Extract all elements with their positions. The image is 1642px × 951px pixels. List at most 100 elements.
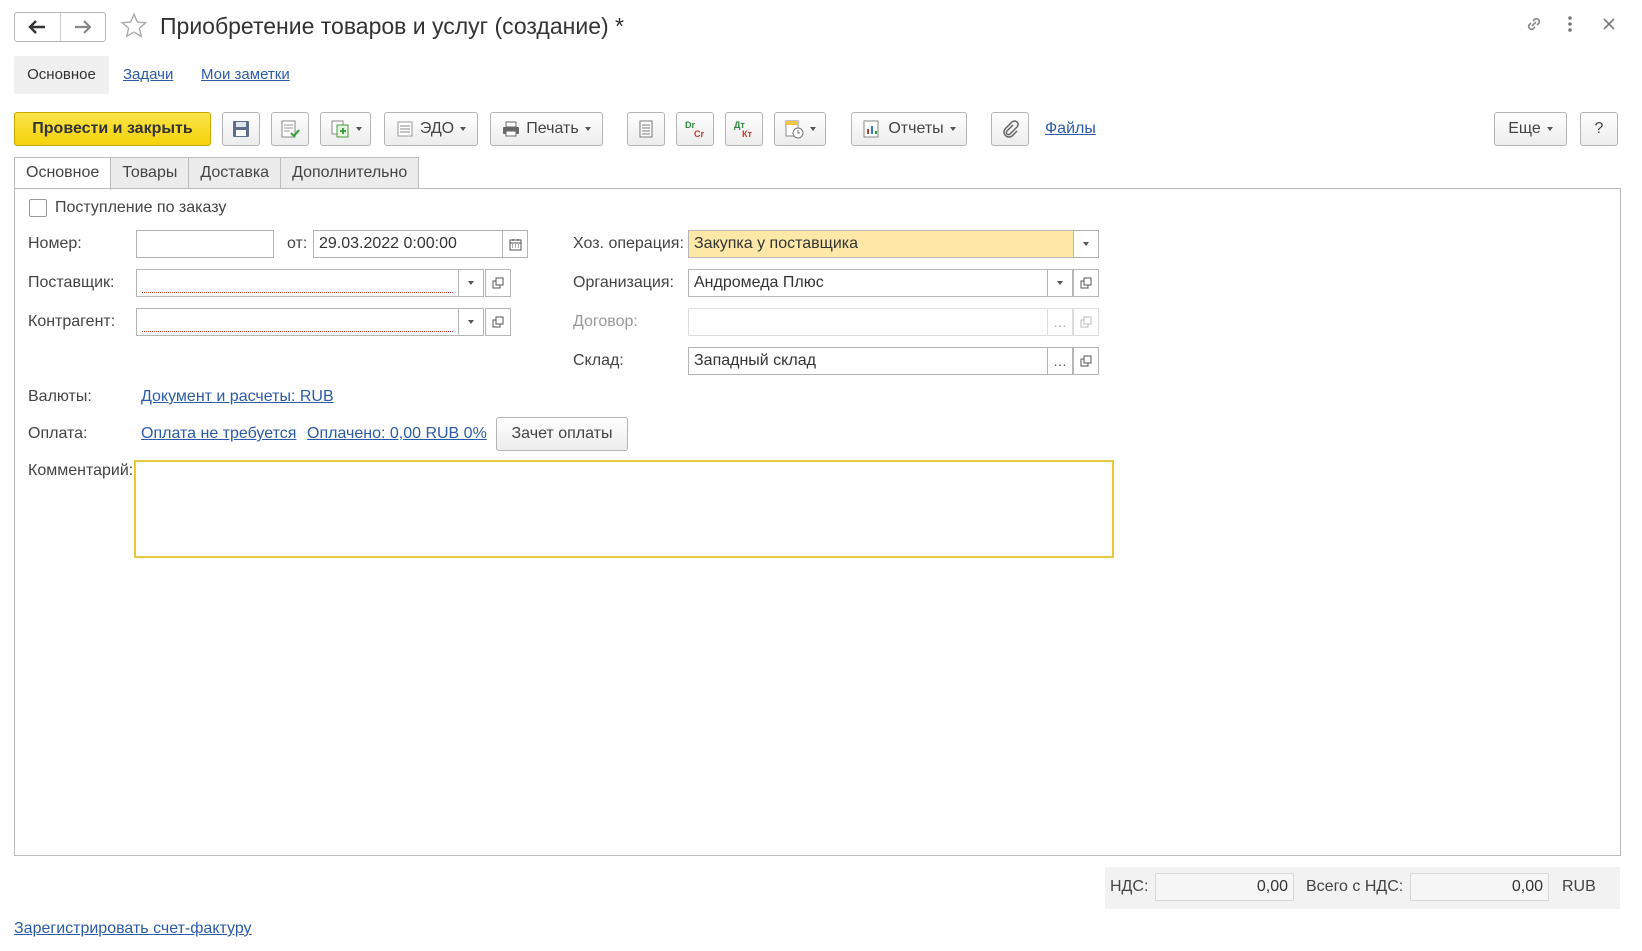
- edo-button[interactable]: ЭДО: [384, 112, 478, 146]
- open-window-icon: [1080, 316, 1092, 328]
- supplier-dropdown-button[interactable]: [458, 269, 484, 297]
- currency-label: Валюты:: [28, 388, 92, 405]
- chevron-down-icon: [1057, 281, 1063, 285]
- chevron-down-icon: [460, 127, 467, 131]
- post-button[interactable]: [271, 112, 309, 146]
- calendar-button[interactable]: [502, 230, 528, 258]
- contract-select-button: …: [1047, 308, 1073, 336]
- chevron-down-icon: [1083, 242, 1089, 246]
- counterparty-label: Контрагент:: [28, 313, 116, 330]
- open-window-icon: [1080, 277, 1092, 289]
- supplier-value: [142, 270, 453, 293]
- create-based-on-button[interactable]: [320, 112, 371, 146]
- form-tabs: Основное Товары Доставка Дополнительно: [14, 157, 420, 190]
- reports-icon: [863, 120, 879, 138]
- tab-delivery[interactable]: Доставка: [188, 157, 282, 189]
- vat-value: 0,00: [1155, 873, 1294, 901]
- operation-label: Хоз. операция:: [573, 235, 684, 252]
- number-input[interactable]: [136, 230, 274, 258]
- post-and-close-button[interactable]: Провести и закрыть: [14, 112, 211, 146]
- help-button[interactable]: ?: [1580, 112, 1618, 146]
- arrow-right-icon: [74, 20, 92, 34]
- open-window-icon: [1080, 355, 1092, 367]
- contract-label: Договор:: [573, 313, 638, 330]
- open-window-icon: [492, 277, 504, 289]
- save-icon: [233, 121, 249, 137]
- chevron-down-icon: [468, 281, 474, 285]
- document-clock-icon: [785, 120, 804, 139]
- post-document-icon: [281, 120, 300, 138]
- reports-button[interactable]: Отчеты: [851, 112, 967, 146]
- supplier-label: Поставщик:: [28, 274, 115, 291]
- counterparty-open-button[interactable]: [485, 308, 511, 336]
- attach-button[interactable]: [991, 112, 1029, 146]
- counterparty-input[interactable]: [136, 308, 459, 336]
- forward-button[interactable]: [59, 13, 106, 41]
- section-tab-notes[interactable]: Мои заметки: [201, 56, 290, 94]
- open-window-icon: [492, 316, 504, 328]
- files-link[interactable]: Файлы: [1045, 120, 1096, 138]
- reports-label: Отчеты: [888, 120, 944, 137]
- nav-buttons: [14, 12, 106, 42]
- date-input[interactable]: 29.03.2022 0:00:00: [313, 230, 503, 258]
- by-order-checkbox[interactable]: [29, 199, 47, 217]
- chevron-down-icon: [1546, 127, 1553, 131]
- arrow-left-icon: [28, 20, 46, 34]
- warehouse-input[interactable]: Западный склад: [688, 347, 1048, 375]
- operation-dropdown-button[interactable]: [1073, 230, 1099, 258]
- organization-dropdown-button[interactable]: [1047, 269, 1073, 297]
- vat-label: НДС:: [1110, 878, 1149, 895]
- currency-link[interactable]: Документ и расчеты: RUB: [141, 388, 334, 406]
- section-tab-tasks[interactable]: Задачи: [123, 56, 173, 94]
- comment-label: Комментарий:: [28, 462, 134, 479]
- close-icon[interactable]: [1602, 17, 1616, 31]
- edo-label: ЭДО: [419, 120, 455, 137]
- payment-label: Оплата:: [28, 425, 88, 442]
- svg-text:Cr: Cr: [694, 129, 704, 139]
- svg-text:Кт: Кт: [742, 129, 752, 139]
- warehouse-select-button[interactable]: …: [1047, 347, 1073, 375]
- date-from-label: от:: [287, 235, 308, 252]
- warehouse-open-button[interactable]: [1073, 347, 1099, 375]
- number-label: Номер:: [28, 235, 82, 252]
- organization-open-button[interactable]: [1073, 269, 1099, 297]
- back-button[interactable]: [15, 13, 60, 41]
- related-documents-button[interactable]: [774, 112, 826, 146]
- operation-input[interactable]: Закупка у поставщика: [688, 230, 1075, 258]
- tab-additional[interactable]: Дополнительно: [280, 157, 420, 189]
- payment-not-required-link[interactable]: Оплата не требуется: [141, 425, 296, 443]
- print-label: Печать: [526, 120, 579, 137]
- journal-button[interactable]: [627, 112, 665, 146]
- save-button[interactable]: [222, 112, 260, 146]
- section-tab-main[interactable]: Основное: [14, 56, 109, 94]
- more-button[interactable]: Еще: [1494, 112, 1567, 146]
- register-invoice-link[interactable]: Зарегистрировать счет-фактуру: [14, 920, 252, 938]
- contract-open-button: [1073, 308, 1099, 336]
- more-vertical-icon[interactable]: [1566, 14, 1574, 34]
- dr-cr-button[interactable]: Dr Cr: [676, 112, 714, 146]
- supplier-input[interactable]: [136, 269, 459, 297]
- link-icon[interactable]: [1524, 14, 1544, 34]
- dt-kt-icon: ДтКт: [734, 120, 752, 139]
- printer-icon: [503, 121, 520, 137]
- payment-offset-button[interactable]: Зачет оплаты: [496, 417, 628, 451]
- favorite-star-icon[interactable]: [120, 12, 148, 40]
- tab-main[interactable]: Основное: [14, 157, 112, 190]
- counterparty-dropdown-button[interactable]: [458, 308, 484, 336]
- payment-paid-link[interactable]: Оплачено: 0,00 RUB 0%: [307, 425, 487, 443]
- tab-goods[interactable]: Товары: [110, 157, 190, 189]
- edo-icon: [397, 121, 413, 137]
- warehouse-label: Склад:: [573, 352, 624, 369]
- contract-input: [688, 308, 1048, 336]
- counterparty-value: [142, 309, 453, 332]
- organization-input[interactable]: Андромеда Плюс: [688, 269, 1048, 297]
- more-label: Еще: [1508, 120, 1541, 137]
- chevron-down-icon: [949, 127, 956, 131]
- dt-kt-button[interactable]: Дт Кт: [725, 112, 763, 146]
- comment-textarea[interactable]: [134, 460, 1114, 558]
- print-button[interactable]: Печать: [490, 112, 603, 146]
- dr-cr-icon: DrCr: [685, 120, 704, 139]
- chevron-down-icon: [355, 127, 362, 131]
- page-title: Приобретение товаров и услуг (создание) …: [160, 13, 624, 39]
- supplier-open-button[interactable]: [485, 269, 511, 297]
